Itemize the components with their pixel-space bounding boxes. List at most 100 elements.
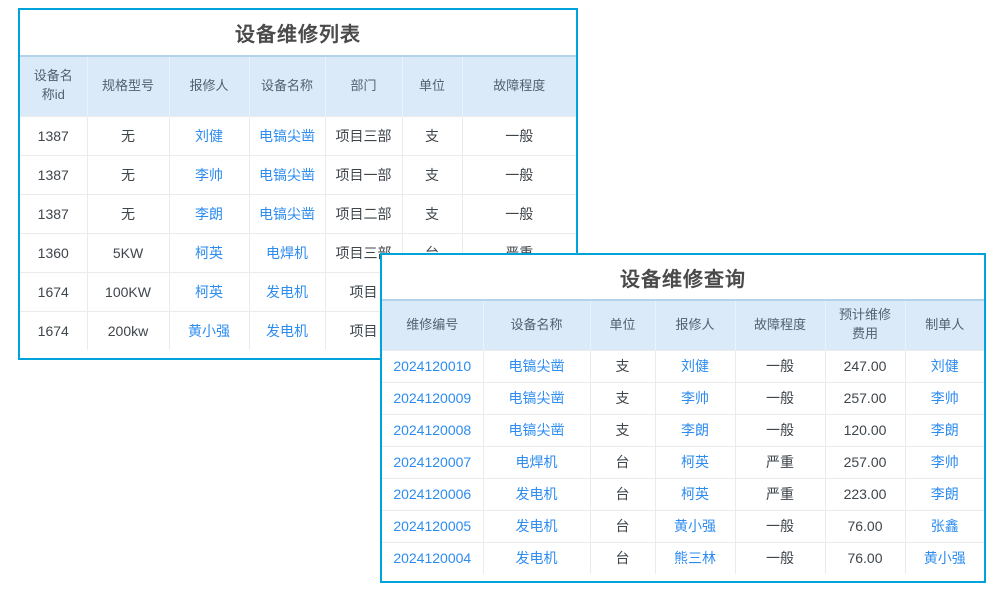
cell-text: 一般 — [735, 382, 825, 414]
maintenance-query-panel: 设备维修查询 维修编号 设备名称 单位 报修人 故障程度 预计维修费用 制单人 … — [380, 253, 986, 583]
cell-text: 1674 — [20, 311, 87, 350]
cell-text: 一般 — [735, 542, 825, 574]
table-row: 1387无李帅电镐尖凿项目一部支一般 — [20, 155, 576, 194]
cell-text: 200kw — [87, 311, 169, 350]
cell-link[interactable]: 2024120009 — [382, 382, 483, 414]
cell-link[interactable]: 柯英 — [169, 272, 249, 311]
cell-text: 无 — [87, 155, 169, 194]
cell-link[interactable]: 刘健 — [169, 116, 249, 155]
cell-link[interactable]: 电焊机 — [249, 233, 325, 272]
cell-link[interactable]: 黄小强 — [169, 311, 249, 350]
cell-link[interactable]: 刘健 — [655, 350, 735, 382]
cell-link[interactable]: 李朗 — [905, 414, 984, 446]
cell-link[interactable]: 李朗 — [905, 478, 984, 510]
cell-link[interactable]: 发电机 — [249, 272, 325, 311]
table-row: 2024120008电镐尖凿支李朗一般120.00李朗 — [382, 414, 984, 446]
cell-link[interactable]: 2024120008 — [382, 414, 483, 446]
column-header-repair-no: 维修编号 — [382, 300, 483, 350]
cell-text: 76.00 — [825, 542, 905, 574]
cell-link[interactable]: 柯英 — [655, 478, 735, 510]
cell-link[interactable]: 黄小强 — [655, 510, 735, 542]
cell-text: 项目一部 — [325, 155, 402, 194]
cell-text: 支 — [402, 194, 462, 233]
cell-text: 5KW — [87, 233, 169, 272]
cell-link[interactable]: 李帅 — [655, 382, 735, 414]
cell-text: 1387 — [20, 155, 87, 194]
cell-text: 严重 — [735, 446, 825, 478]
column-header-reporter: 报修人 — [169, 56, 249, 116]
cell-text: 严重 — [735, 478, 825, 510]
cell-link[interactable]: 发电机 — [483, 510, 590, 542]
cell-text: 支 — [402, 155, 462, 194]
table-header-row: 设备名称id 规格型号 报修人 设备名称 部门 单位 故障程度 — [20, 56, 576, 116]
cell-link[interactable]: 黄小强 — [905, 542, 984, 574]
column-header-fault-level: 故障程度 — [462, 56, 576, 116]
cell-text: 1360 — [20, 233, 87, 272]
column-header-department: 部门 — [325, 56, 402, 116]
maintenance-query-table: 维修编号 设备名称 单位 报修人 故障程度 预计维修费用 制单人 2024120… — [382, 299, 984, 574]
column-header-creator: 制单人 — [905, 300, 984, 350]
cell-text: 台 — [590, 510, 655, 542]
table-row: 1387无刘健电镐尖凿项目三部支一般 — [20, 116, 576, 155]
column-header-fault-level: 故障程度 — [735, 300, 825, 350]
cell-link[interactable]: 李帅 — [169, 155, 249, 194]
column-header-device-name: 设备名称 — [249, 56, 325, 116]
page-background: 设备维修列表 设备名称id 规格型号 报修人 设备名称 部门 单位 故障程度 1… — [0, 0, 1000, 600]
cell-text: 台 — [590, 542, 655, 574]
cell-link[interactable]: 电镐尖凿 — [249, 116, 325, 155]
cell-link[interactable]: 张鑫 — [905, 510, 984, 542]
cell-link[interactable]: 发电机 — [249, 311, 325, 350]
column-header-device-name: 设备名称 — [483, 300, 590, 350]
column-header-spec-model: 规格型号 — [87, 56, 169, 116]
cell-text: 支 — [402, 116, 462, 155]
cell-text: 257.00 — [825, 382, 905, 414]
cell-text: 1387 — [20, 194, 87, 233]
table-row: 2024120010电镐尖凿支刘健一般247.00刘健 — [382, 350, 984, 382]
cell-text: 支 — [590, 350, 655, 382]
cell-text: 项目三部 — [325, 116, 402, 155]
cell-link[interactable]: 电镐尖凿 — [249, 194, 325, 233]
cell-text: 一般 — [462, 116, 576, 155]
cell-text: 支 — [590, 382, 655, 414]
cell-link[interactable]: 柯英 — [655, 446, 735, 478]
maintenance-query-title: 设备维修查询 — [382, 255, 984, 299]
cell-link[interactable]: 2024120010 — [382, 350, 483, 382]
cell-text: 无 — [87, 116, 169, 155]
cell-link[interactable]: 熊三林 — [655, 542, 735, 574]
cell-text: 1674 — [20, 272, 87, 311]
cell-text: 一般 — [735, 414, 825, 446]
cell-text: 247.00 — [825, 350, 905, 382]
cell-link[interactable]: 2024120007 — [382, 446, 483, 478]
cell-link[interactable]: 李帅 — [905, 382, 984, 414]
cell-text: 257.00 — [825, 446, 905, 478]
cell-text: 一般 — [462, 194, 576, 233]
cell-link[interactable]: 发电机 — [483, 542, 590, 574]
cell-text: 一般 — [735, 350, 825, 382]
cell-link[interactable]: 电镐尖凿 — [483, 382, 590, 414]
column-header-unit: 单位 — [590, 300, 655, 350]
cell-text: 无 — [87, 194, 169, 233]
cell-text: 120.00 — [825, 414, 905, 446]
cell-text: 1387 — [20, 116, 87, 155]
cell-text: 一般 — [735, 510, 825, 542]
cell-text: 一般 — [462, 155, 576, 194]
cell-link[interactable]: 电焊机 — [483, 446, 590, 478]
table-row: 2024120006发电机台柯英严重223.00李朗 — [382, 478, 984, 510]
column-header-unit: 单位 — [402, 56, 462, 116]
cell-link[interactable]: 柯英 — [169, 233, 249, 272]
cell-link[interactable]: 2024120006 — [382, 478, 483, 510]
cell-link[interactable]: 发电机 — [483, 478, 590, 510]
cell-link[interactable]: 2024120005 — [382, 510, 483, 542]
table-row: 2024120007电焊机台柯英严重257.00李帅 — [382, 446, 984, 478]
cell-link[interactable]: 电镐尖凿 — [483, 414, 590, 446]
column-header-reporter: 报修人 — [655, 300, 735, 350]
cell-link[interactable]: 刘健 — [905, 350, 984, 382]
table-header-row: 维修编号 设备名称 单位 报修人 故障程度 预计维修费用 制单人 — [382, 300, 984, 350]
cell-link[interactable]: 李朗 — [655, 414, 735, 446]
cell-text: 223.00 — [825, 478, 905, 510]
cell-link[interactable]: 李朗 — [169, 194, 249, 233]
cell-link[interactable]: 电镐尖凿 — [249, 155, 325, 194]
cell-link[interactable]: 李帅 — [905, 446, 984, 478]
cell-link[interactable]: 2024120004 — [382, 542, 483, 574]
cell-link[interactable]: 电镐尖凿 — [483, 350, 590, 382]
